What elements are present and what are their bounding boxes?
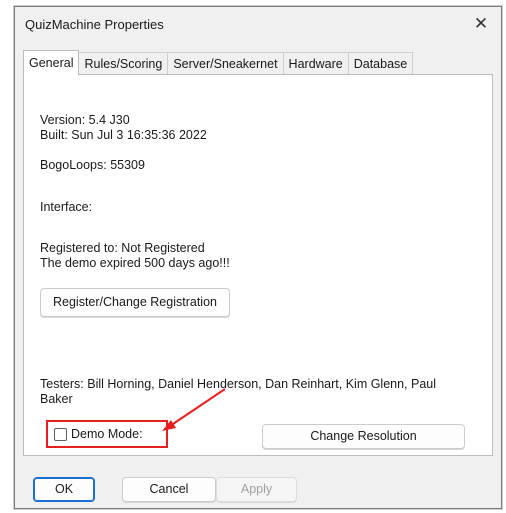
apply-button[interactable]: Apply [216,477,297,502]
ok-button[interactable]: OK [33,477,95,502]
tab-strip: General Rules/Scoring Server/Sneakernet … [23,50,414,75]
tab-rules-scoring[interactable]: Rules/Scoring [78,52,169,74]
properties-dialog: QuizMachine Properties ✕ General Rules/S… [14,6,502,509]
change-resolution-button[interactable]: Change Resolution [262,424,465,449]
title-bar: QuizMachine Properties ✕ [15,7,501,41]
demo-mode-label: Demo Mode: [71,427,143,441]
tab-hardware[interactable]: Hardware [282,52,349,74]
testers-text-line2: Baker [40,392,73,406]
version-text: Version: 5.4 J30 [40,113,130,127]
window-title: QuizMachine Properties [25,17,164,32]
demo-mode-highlight: Demo Mode: [46,420,168,448]
built-text: Built: Sun Jul 3 16:35:36 2022 [40,128,207,142]
tab-general[interactable]: General [23,50,80,75]
cancel-button[interactable]: Cancel [122,477,216,502]
interface-label: Interface: [40,200,93,214]
close-icon[interactable]: ✕ [469,13,493,35]
register-change-registration-button[interactable]: Register/Change Registration [40,288,230,317]
registered-to-text: Registered to: Not Registered [40,241,205,255]
testers-text-line1: Testers: Bill Horning, Daniel Henderson,… [40,377,437,391]
general-panel: Version: 5.4 J30 Built: Sun Jul 3 16:35:… [23,74,493,456]
tab-database[interactable]: Database [347,52,414,74]
demo-expired-text: The demo expired 500 days ago!!! [40,256,230,270]
bogoloops-text: BogoLoops: 55309 [40,158,145,172]
demo-mode-checkbox[interactable] [54,428,67,441]
tab-server-sneakernet[interactable]: Server/Sneakernet [167,52,284,74]
